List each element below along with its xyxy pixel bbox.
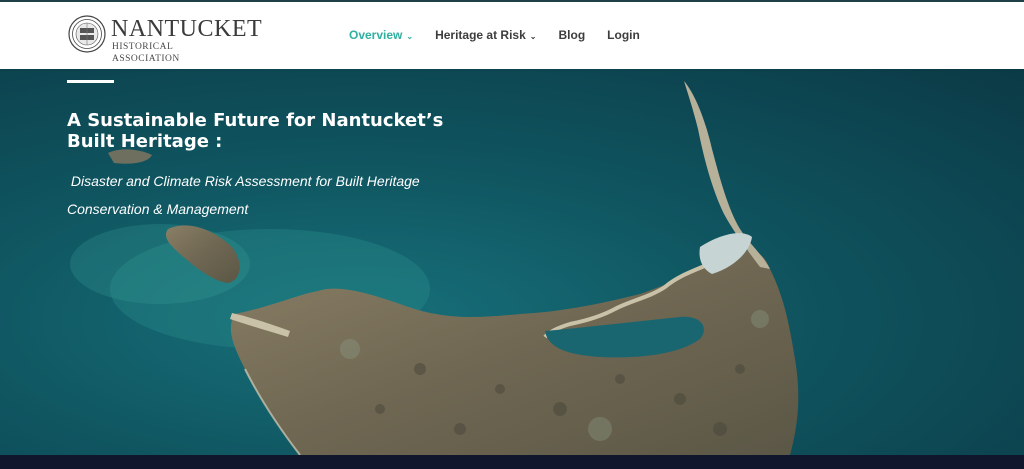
nav-item-overview[interactable]: Overview ⌄	[349, 28, 413, 42]
nav-item-label: Blog	[558, 28, 586, 42]
main-nav: Overview ⌄ Heritage at Risk ⌄ Blog Login	[349, 27, 640, 43]
logo-name: NANTUCKET	[111, 16, 263, 42]
hero-banner: A Sustainable Future for Nantucket’s Bui…	[0, 69, 1024, 455]
nav-item-heritage-at-risk[interactable]: Heritage at Risk ⌄	[435, 28, 536, 42]
hero-title: A Sustainable Future for Nantucket’s Bui…	[67, 110, 444, 152]
chevron-down-icon: ⌄	[406, 31, 414, 41]
site-logo[interactable]: NANTUCKET HISTORICAL ASSOCIATION	[68, 15, 262, 64]
nav-item-login[interactable]: Login	[607, 28, 640, 42]
nav-item-label: Login	[607, 28, 640, 42]
hero-text-block: A Sustainable Future for Nantucket’s Bui…	[67, 80, 487, 223]
hero-subtitle: Disaster and Climate Risk Assessment for…	[67, 167, 487, 223]
hero-subtitle-line-1: Disaster and Climate Risk Assessment for…	[67, 173, 420, 189]
hero-subtitle-line-2: Conservation & Management	[67, 201, 249, 217]
bottom-section-bar	[0, 455, 1024, 469]
site-header: NANTUCKET HISTORICAL ASSOCIATION Overvie…	[0, 2, 1024, 69]
nav-item-label: Overview	[349, 28, 403, 42]
chevron-down-icon: ⌄	[529, 31, 537, 41]
nav-item-label: Heritage at Risk	[435, 28, 526, 42]
nha-seal-icon	[68, 15, 106, 53]
logo-subtitle: HISTORICAL ASSOCIATION	[112, 42, 180, 64]
nav-item-blog[interactable]: Blog	[558, 28, 585, 42]
title-divider	[67, 80, 114, 83]
